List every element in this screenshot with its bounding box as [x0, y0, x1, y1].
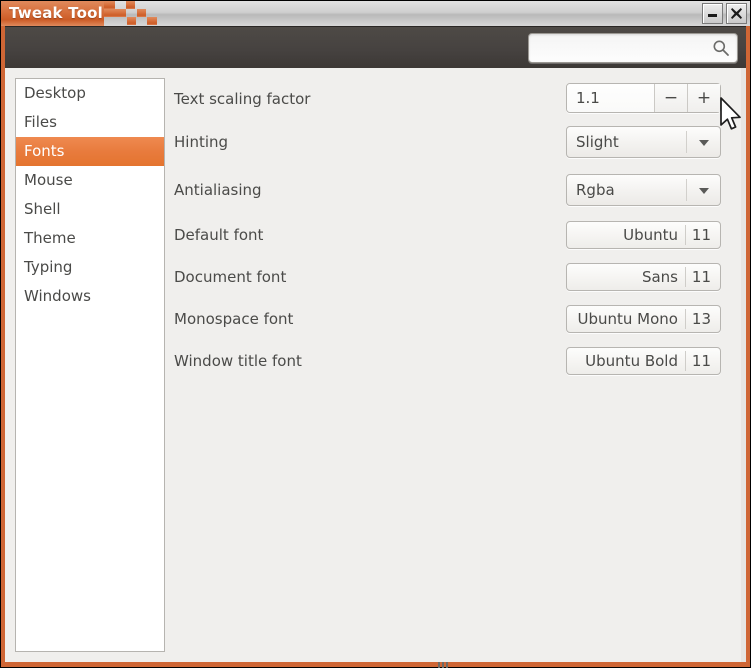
- dropdown-value: Slight: [576, 133, 619, 151]
- setting-label: Monospace font: [174, 310, 293, 328]
- default-font-button[interactable]: Ubuntu 11: [566, 221, 721, 249]
- window-border-bottom: [1, 662, 750, 667]
- setting-control: Rgba: [566, 174, 721, 206]
- setting-label: Default font: [174, 226, 263, 244]
- font-name: Ubuntu Bold: [585, 352, 678, 370]
- setting-row-window-title-font: Window title font Ubuntu Bold 11: [165, 345, 736, 379]
- close-button[interactable]: [726, 3, 747, 24]
- sidebar-item-label: Files: [24, 113, 57, 131]
- setting-control: Sans 11: [566, 263, 721, 291]
- title-decoration-block: [126, 1, 135, 9]
- setting-label: Text scaling factor: [174, 90, 310, 108]
- resize-grip[interactable]: [438, 661, 456, 668]
- grip-line: [446, 662, 448, 668]
- font-separator: [685, 351, 686, 371]
- sidebar-item-label: Mouse: [24, 171, 73, 189]
- search-input[interactable]: [537, 38, 709, 60]
- sidebar-item-files[interactable]: Files: [16, 108, 164, 137]
- title-bar[interactable]: Tweak Tool: [1, 1, 750, 26]
- setting-control: Ubuntu Bold 11: [566, 347, 721, 375]
- minimize-icon: [707, 8, 718, 19]
- grip-line: [438, 662, 440, 668]
- font-size: 13: [692, 310, 711, 328]
- setting-label: Window title font: [174, 352, 302, 370]
- setting-control: Ubuntu 11: [566, 221, 721, 249]
- spinner-increment-button[interactable]: +: [687, 84, 720, 112]
- settings-list: Text scaling factor 1.1 − + Hinting Slig…: [165, 68, 746, 662]
- font-separator: [685, 225, 686, 245]
- title-decoration-block: [104, 9, 115, 17]
- sidebar-item-label: Shell: [24, 200, 61, 218]
- font-name: Ubuntu Mono: [578, 310, 678, 328]
- setting-label: Antialiasing: [174, 181, 262, 199]
- toolbar: [5, 26, 746, 69]
- minimize-button[interactable]: [702, 3, 723, 24]
- window-title-font-button[interactable]: Ubuntu Bold 11: [566, 347, 721, 375]
- setting-row-text-scaling-factor: Text scaling factor 1.1 − +: [165, 83, 736, 117]
- font-name: Sans: [642, 268, 678, 286]
- dropdown-separator: [686, 131, 687, 153]
- sidebar-item-desktop[interactable]: Desktop: [16, 79, 164, 108]
- document-font-button[interactable]: Sans 11: [566, 263, 721, 291]
- setting-control: 1.1 − +: [566, 83, 721, 113]
- setting-label: Document font: [174, 268, 286, 286]
- title-decoration-block: [127, 17, 136, 25]
- setting-row-antialiasing: Antialiasing Rgba: [165, 174, 736, 208]
- search-box[interactable]: [528, 33, 738, 63]
- close-icon: [730, 7, 743, 20]
- grip-line: [442, 662, 444, 668]
- title-decoration-block: [104, 1, 115, 9]
- setting-row-document-font: Document font Sans 11: [165, 261, 736, 295]
- setting-control: Slight: [566, 126, 721, 158]
- hinting-dropdown[interactable]: Slight: [566, 126, 721, 158]
- dropdown-separator: [686, 179, 687, 201]
- sidebar-item-theme[interactable]: Theme: [16, 224, 164, 253]
- title-decoration-block: [147, 17, 157, 25]
- monospace-font-button[interactable]: Ubuntu Mono 13: [566, 305, 721, 333]
- window-border-right: [746, 26, 750, 662]
- window-title: Tweak Tool: [9, 4, 103, 22]
- sidebar-item-label: Fonts: [24, 142, 64, 160]
- setting-label: Hinting: [174, 133, 228, 151]
- chevron-down-icon: [699, 140, 709, 146]
- sidebar-item-label: Desktop: [24, 84, 86, 102]
- setting-row-hinting: Hinting Slight: [165, 126, 736, 160]
- font-size: 11: [692, 268, 711, 286]
- setting-row-default-font: Default font Ubuntu 11: [165, 219, 736, 253]
- spinner-value[interactable]: 1.1: [567, 84, 654, 112]
- setting-row-monospace-font: Monospace font Ubuntu Mono 13: [165, 303, 736, 337]
- dropdown-value: Rgba: [576, 181, 615, 199]
- font-size: 11: [692, 226, 711, 244]
- sidebar-item-typing[interactable]: Typing: [16, 253, 164, 282]
- sidebar-item-fonts[interactable]: Fonts: [16, 137, 164, 166]
- sidebar-item-label: Windows: [24, 287, 91, 305]
- sidebar-item-label: Typing: [24, 258, 72, 276]
- spinner-decrement-button[interactable]: −: [654, 84, 687, 112]
- content-area: Desktop Files Fonts Mouse Shell Theme Ty…: [5, 68, 746, 662]
- sidebar-item-windows[interactable]: Windows: [16, 282, 164, 311]
- sidebar-item-mouse[interactable]: Mouse: [16, 166, 164, 195]
- font-size: 11: [692, 352, 711, 370]
- sidebar-item-shell[interactable]: Shell: [16, 195, 164, 224]
- chevron-down-icon: [699, 188, 709, 194]
- antialiasing-dropdown[interactable]: Rgba: [566, 174, 721, 206]
- search-icon: [712, 39, 730, 57]
- title-decoration-block: [115, 9, 126, 17]
- setting-control: Ubuntu Mono 13: [566, 305, 721, 333]
- font-separator: [685, 309, 686, 329]
- text-scaling-spinner[interactable]: 1.1 − +: [566, 83, 721, 113]
- font-name: Ubuntu: [623, 226, 678, 244]
- window-controls: [702, 3, 747, 24]
- application-window: Tweak Tool: [0, 0, 751, 668]
- sidebar-item-label: Theme: [24, 229, 76, 247]
- category-sidebar: Desktop Files Fonts Mouse Shell Theme Ty…: [15, 78, 165, 652]
- font-separator: [685, 267, 686, 287]
- title-decoration-block: [137, 9, 146, 17]
